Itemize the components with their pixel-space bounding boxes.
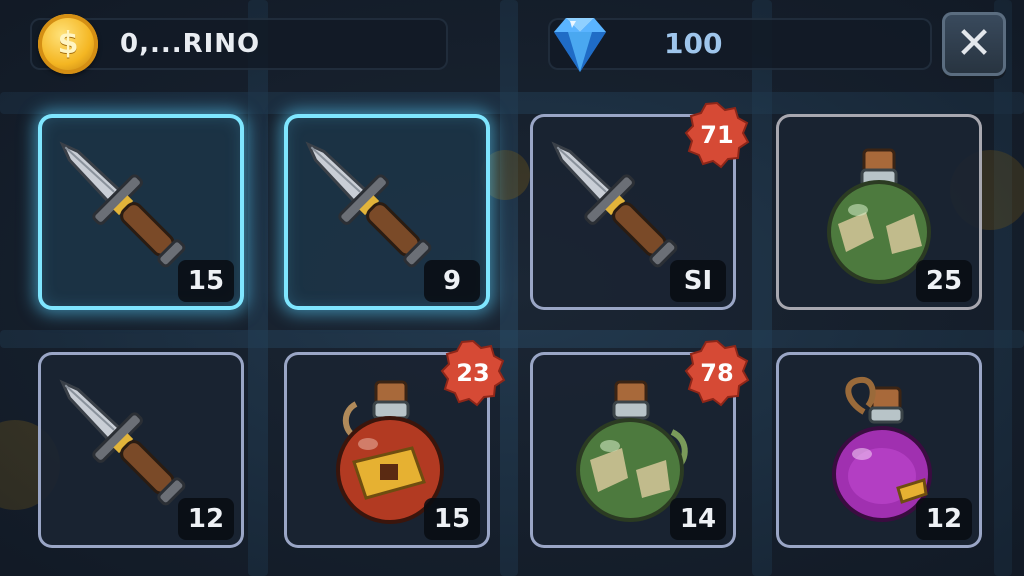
item-count: 15 <box>178 260 234 302</box>
badge-value: 23 <box>456 359 490 387</box>
inventory-slot[interactable]: 15 <box>38 114 244 310</box>
item-count: 14 <box>670 498 726 540</box>
item-count: 9 <box>424 260 480 302</box>
notification-badge: 78 <box>682 338 752 408</box>
item-count: 15 <box>424 498 480 540</box>
badge-value: 71 <box>700 121 734 149</box>
inventory-slot[interactable]: 9 <box>284 114 490 310</box>
notification-badge: 23 <box>438 338 508 408</box>
inventory-grid: 15 9 SI 71 25 12 15 23 14 78 12 <box>0 0 1024 576</box>
inventory-slot[interactable]: 25 <box>776 114 982 310</box>
inventory-slot[interactable]: 12 <box>776 352 982 548</box>
badge-value: 78 <box>700 359 734 387</box>
item-count: SI <box>670 260 726 302</box>
notification-badge: 71 <box>682 100 752 170</box>
inventory-slot[interactable]: 12 <box>38 352 244 548</box>
item-count: 25 <box>916 260 972 302</box>
item-count: 12 <box>178 498 234 540</box>
item-count: 12 <box>916 498 972 540</box>
